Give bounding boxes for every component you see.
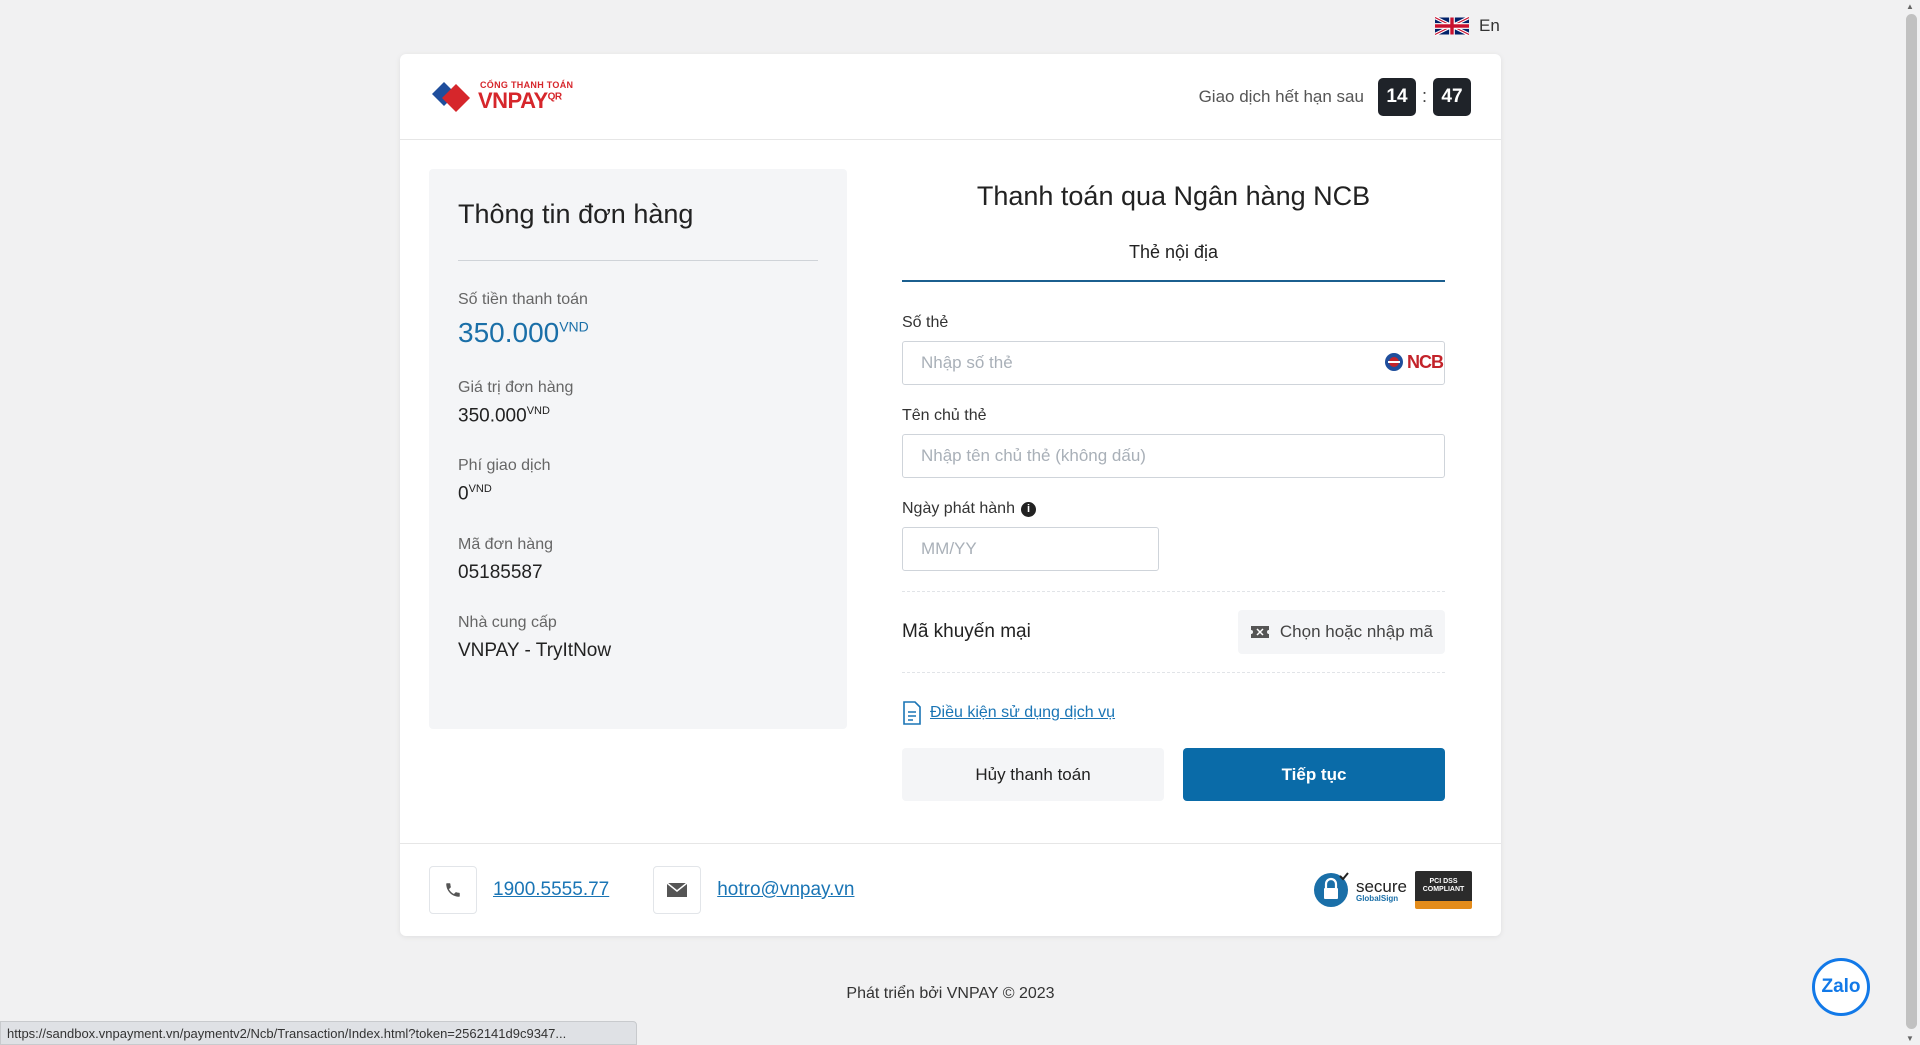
order-value-label: Giá trị đơn hàng [458,379,574,396]
copyright: Phát triển bởi VNPAY © 2023 [846,985,1055,1002]
issue-date-input[interactable] [902,527,1159,571]
provider-label: Nhà cung cấp [458,613,557,631]
payment-form-title: Thanh toán qua Ngân hàng NCB [976,181,1371,211]
provider: Nhà cung cấp VNPAY - TryItNow [458,614,818,662]
language-label: En [1479,16,1500,35]
email-link[interactable]: hotro@vnpay.vn [717,879,854,901]
ncb-logo-icon [1385,353,1403,371]
scroll-down-icon[interactable]: ▼ [1906,1034,1914,1043]
card-number-label: Số thẻ [902,314,949,331]
tab-domestic-card[interactable]: Thẻ nội địa [902,242,1445,282]
logo-big-text: VNPAYQR [478,88,562,113]
cancel-payment-button[interactable]: Hủy thanh toán [902,748,1164,801]
pci-dss-badge: PCI DSS COMPLIANT [1415,871,1472,909]
globalsign-text: GlobalSign [1355,893,1399,903]
payment-amount: Số tiền thanh toán 350.000VND [458,291,818,349]
pci-line1: PCI DSS [1429,878,1458,886]
pci-line2: COMPLIANT [1422,886,1465,893]
promo-section: Mã khuyến mại Chọn hoặc nhập mã [902,591,1445,673]
phone-link[interactable]: 1900.5555.77 [493,879,609,901]
security-badges: secure GlobalSign PCI DSS COMPLIANT [1312,871,1472,909]
info-icon[interactable]: i [1020,501,1036,517]
form-actions: Hủy thanh toán Tiếp tục [902,748,1445,801]
secure-text: secure [1355,876,1407,896]
order-info-title: Thông tin đơn hàng [458,199,818,261]
timer-separator: : [1421,86,1427,106]
continue-button[interactable]: Tiếp tục [1183,748,1445,801]
zalo-chat-button[interactable]: Zalo [1812,958,1870,1016]
payment-amount-value: 350.000VND [458,317,589,348]
card-header: CỔNG THANH TOÁN VNPAYQR Giao dịch hết hạ… [400,54,1501,140]
order-value: Giá trị đơn hàng 350.000VND [458,379,818,427]
ncb-bank-logo: NCB [1384,348,1444,376]
card-number-input[interactable] [902,341,1445,385]
scrollbar[interactable]: ▲ ▼ [1902,0,1920,1045]
ncb-logo-text: NCB [1407,351,1444,372]
scroll-up-icon[interactable]: ▲ [1906,2,1914,11]
scroll-thumb[interactable] [1906,14,1917,1029]
card-footer: 1900.5555.77 hotro@vnpay.vn secure Globa… [400,843,1501,936]
promo-label: Mã khuyến mại [902,621,1031,642]
transaction-fee-label: Phí giao dịch [458,457,551,475]
secure-lock-icon [1313,872,1349,907]
transaction-fee-value: 0VND [458,483,492,505]
provider-value: VNPAY - TryItNow [458,639,612,661]
terms-row: Điều kiện sử dụng dịch vụ [902,701,1445,725]
email-contact: hotro@vnpay.vn [653,866,854,914]
browser-status-bar: https://sandbox.vnpayment.vn/paymentv2/N… [0,1021,637,1045]
language-switcher[interactable]: En [1435,16,1500,36]
promo-button-label: Chọn hoặc nhập mã [1279,622,1433,641]
payment-amount-label: Số tiền thanh toán [458,291,588,308]
order-value-amount: 350.000VND [458,405,550,427]
phone-contact: 1900.5555.77 [429,866,609,914]
holder-name-input[interactable] [902,434,1445,478]
timer-label: Giao dịch hết hạn sau [1198,86,1364,106]
ticket-icon [1250,626,1269,638]
order-id-value: 05185587 [458,561,543,583]
order-id: Mã đơn hàng 05185587 [458,536,818,584]
terms-link[interactable]: Điều kiện sử dụng dịch vụ [930,704,1115,722]
transaction-fee: Phí giao dịch 0VND [458,457,818,505]
timer-minutes: 14 [1377,77,1416,116]
phone-icon [429,866,477,914]
expiry-timer: Giao dịch hết hạn sau 14 : 47 [1198,77,1471,116]
vnpay-logo: CỔNG THANH TOÁN VNPAYQR [430,80,573,114]
order-info-panel: Thông tin đơn hàng Số tiền thanh toán 35… [429,169,847,729]
document-icon [903,701,921,725]
order-id-label: Mã đơn hàng [458,535,553,553]
zalo-label: Zalo [1821,976,1861,997]
mail-icon [653,866,702,914]
issue-date-label: Ngày phát hành i [902,500,1445,518]
payment-card: CỔNG THANH TOÁN VNPAYQR Giao dịch hết hạ… [400,54,1501,936]
vnpay-logo-icon [432,81,470,112]
promo-code-button[interactable]: Chọn hoặc nhập mã [1237,610,1445,654]
globalsign-badge: secure GlobalSign [1312,871,1407,909]
payment-form: Thanh toán qua Ngân hàng NCB Thẻ nội địa… [902,169,1445,801]
holder-name-label: Tên chủ thẻ [902,407,987,424]
uk-flag-icon [1435,16,1469,36]
timer-seconds: 47 [1433,77,1471,116]
